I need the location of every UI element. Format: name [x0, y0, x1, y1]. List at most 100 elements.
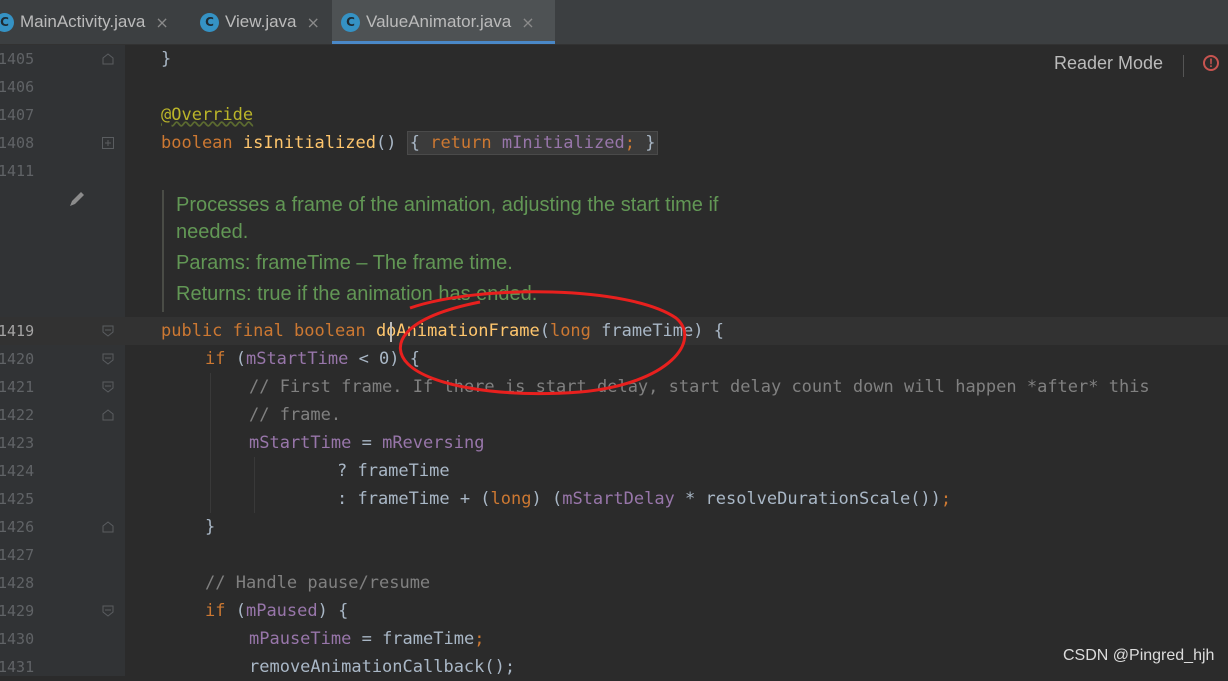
close-icon[interactable]: ×: [155, 13, 168, 32]
keyword: return: [430, 133, 492, 153]
code-text: < 0) {: [348, 349, 420, 369]
keyword: long: [549, 321, 591, 341]
paren: (: [539, 321, 550, 341]
line-number: 1421: [0, 378, 35, 396]
code-line-1431[interactable]: removeAnimationCallback();: [249, 653, 515, 681]
tab-view-java[interactable]: C View.java ×: [200, 0, 332, 44]
semicolon: ;: [940, 489, 952, 509]
line-number: 1407: [0, 106, 35, 124]
code-line-1419[interactable]: public final boolean doAnimationFrame(lo…: [161, 317, 724, 345]
field: mPauseTime: [249, 629, 352, 649]
parens: (): [375, 133, 397, 153]
code-line-1430[interactable]: mPauseTime = frameTime;: [249, 625, 484, 653]
code-line-1429[interactable]: if (mPaused) {: [205, 597, 348, 625]
modifiers: public final boolean: [161, 321, 376, 341]
code-line-1426[interactable]: }: [205, 513, 215, 541]
code-text: ? frameTime: [337, 461, 450, 481]
method-call: removeAnimationCallback();: [249, 657, 516, 677]
fold-collapse-icon[interactable]: [102, 605, 114, 617]
code-line-1423[interactable]: mStartTime = mReversing: [249, 429, 484, 457]
brace: }: [205, 517, 216, 537]
code-line-1422[interactable]: // frame.: [249, 401, 341, 429]
comment: // First frame. If there is start delay,…: [249, 377, 1150, 397]
keyword: if: [205, 349, 226, 369]
line-number: 1429: [0, 602, 35, 620]
close-icon[interactable]: ×: [521, 13, 534, 32]
semicolon: ;: [624, 133, 635, 153]
line-number: 1430: [0, 630, 35, 648]
code-text: (: [225, 601, 246, 621]
brace: }: [645, 133, 656, 153]
params: frameTime) {: [590, 321, 724, 341]
brace: }: [161, 49, 172, 69]
rendered-javadoc[interactable]: Processes a frame of the animation, adju…: [162, 190, 816, 312]
field: mStartTime: [245, 349, 349, 369]
field: mStartDelay: [562, 489, 675, 509]
code-line-1428[interactable]: // Handle pause/resume: [205, 569, 430, 597]
close-icon[interactable]: ×: [307, 13, 320, 32]
method-name: isInitialized: [242, 133, 376, 153]
collapsed-region[interactable]: { return mInitialized; }: [406, 131, 659, 155]
doc-summary: Processes a frame of the animation, adju…: [176, 194, 719, 216]
annotation-override: @Override: [161, 105, 254, 125]
method-name: doAnimationFrame: [375, 321, 540, 341]
code-line-1405[interactable]: }: [161, 45, 171, 73]
doc-returns: Returns: true if the animation has ended…: [176, 283, 538, 305]
watermark: CSDN @Pingred_hjh: [1063, 647, 1215, 664]
line-number-current: 1419: [0, 322, 35, 340]
line-number: 1411: [0, 162, 35, 180]
line-number: 1408: [0, 134, 35, 152]
error-indicator-icon[interactable]: !: [1203, 55, 1219, 71]
fold-expand-icon[interactable]: [102, 137, 114, 149]
brace: {: [409, 133, 420, 153]
keyword: boolean: [161, 133, 233, 153]
comment: // Handle pause/resume: [205, 573, 431, 593]
code-text: * resolveDurationScale()): [674, 489, 941, 509]
line-number: 1423: [0, 434, 35, 452]
fold-collapse-icon[interactable]: [102, 381, 114, 393]
code-line-1420[interactable]: if (mStartTime < 0) {: [205, 345, 420, 373]
code-text: =: [351, 433, 383, 453]
fold-end-icon[interactable]: [102, 53, 114, 65]
tab-label: ValueAnimator.java: [366, 12, 512, 31]
line-number: 1420: [0, 350, 35, 368]
tab-mainactivity-java[interactable]: C MainActivity.java ×: [0, 0, 190, 44]
line-number: 1428: [0, 574, 35, 592]
keyword: long: [490, 489, 532, 509]
line-number: 1405: [0, 50, 35, 68]
fold-collapse-icon[interactable]: [102, 325, 114, 337]
code-line-1425[interactable]: : frameTime + (long) (mStartDelay * reso…: [337, 485, 951, 513]
line-number: 1427: [0, 546, 35, 564]
code-text: = frameTime: [351, 629, 475, 649]
reader-mode-button[interactable]: Reader Mode: [1054, 53, 1163, 74]
line-number: 1426: [0, 518, 35, 536]
java-class-icon: C: [200, 12, 219, 32]
field: mReversing: [382, 433, 485, 453]
indent-guide: [210, 373, 211, 513]
editor-tab-bar: C MainActivity.java × C View.java × C Va…: [0, 0, 1228, 45]
doc-summary-cont: needed.: [176, 221, 249, 243]
line-number: 1425: [0, 490, 35, 508]
code-text: ) (: [531, 489, 563, 509]
line-number: 1422: [0, 406, 35, 424]
text-caret: [390, 322, 392, 342]
tab-valueanimator-java[interactable]: C ValueAnimator.java ×: [332, 0, 555, 44]
comment: // frame.: [249, 405, 342, 425]
code-line-1407[interactable]: @Override: [161, 101, 253, 129]
code-line-1408[interactable]: boolean isInitialized() { return mInitia…: [161, 129, 659, 157]
edit-doc-pencil-icon[interactable]: [68, 190, 86, 208]
java-class-icon: C: [0, 12, 14, 32]
code-text: (: [225, 349, 246, 369]
tab-label: View.java: [225, 12, 297, 31]
fold-collapse-icon[interactable]: [102, 353, 114, 365]
code-line-1424[interactable]: ? frameTime: [337, 457, 450, 485]
semicolon: ;: [474, 629, 485, 649]
field: mPaused: [245, 601, 318, 621]
code-text: ) {: [317, 601, 349, 621]
code-line-1421[interactable]: // First frame. If there is start delay,…: [249, 373, 1150, 401]
line-number: 1424: [0, 462, 35, 480]
fold-end-icon[interactable]: [102, 521, 114, 533]
code-text: : frameTime + (: [337, 489, 491, 509]
fold-end-icon[interactable]: [102, 409, 114, 421]
line-number: 1406: [0, 78, 35, 96]
